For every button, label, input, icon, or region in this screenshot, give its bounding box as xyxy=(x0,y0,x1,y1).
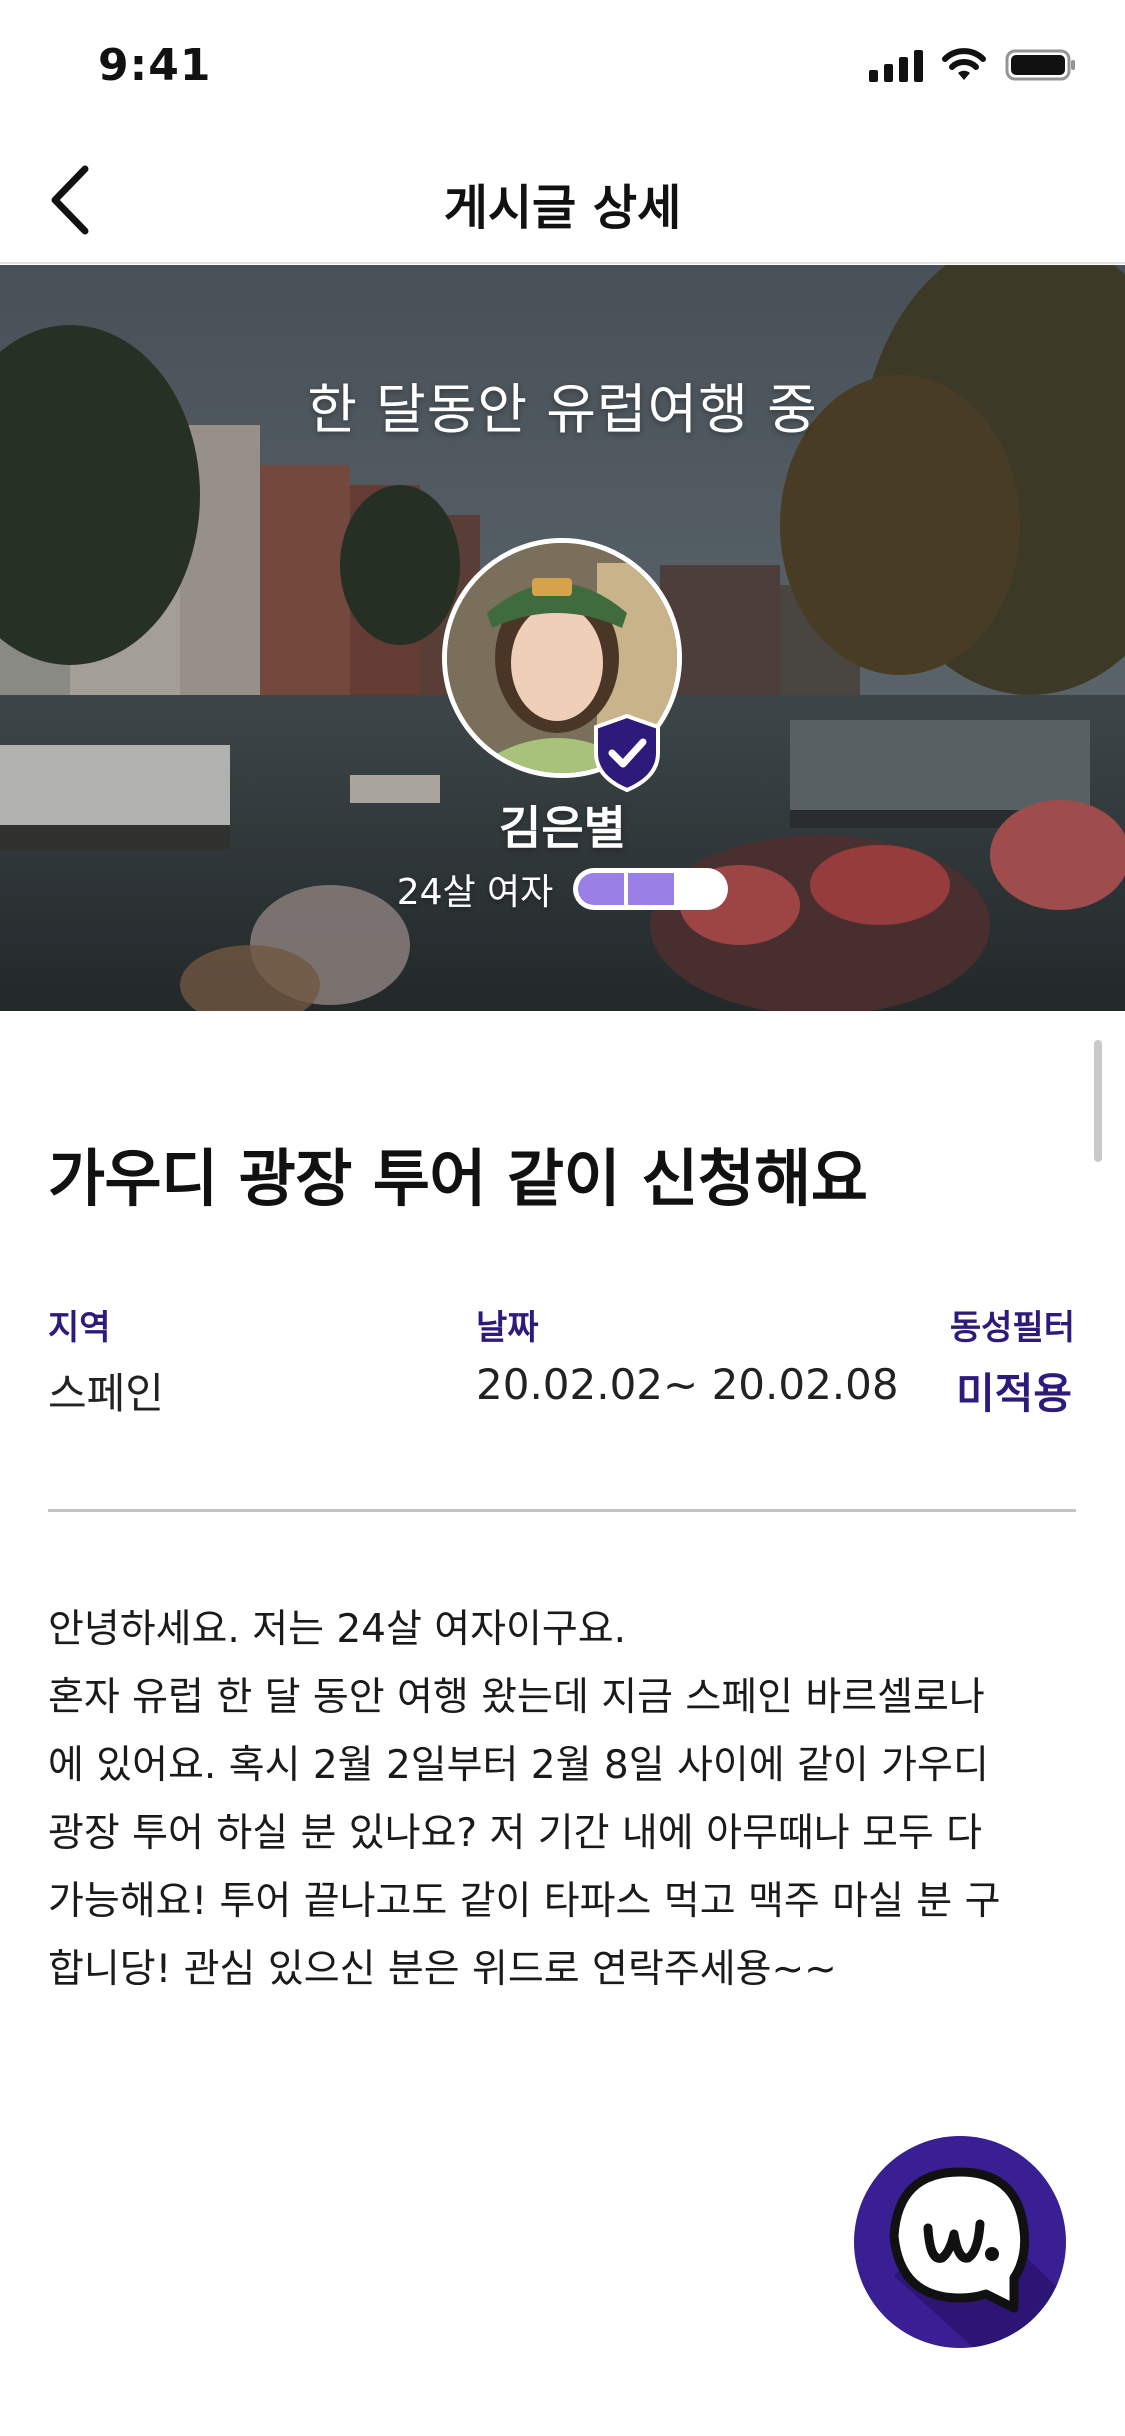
gender-filter-value: 미적용 xyxy=(956,1369,1072,1418)
battery-icon xyxy=(1005,49,1075,81)
status-icons xyxy=(869,48,1077,82)
status-bar: 9:41 xyxy=(0,0,1125,132)
region-label: 지역 xyxy=(48,1308,111,1348)
post-body: 안녕하세요. 저는 24살 여자이구요. 혼자 유럽 한 달 동안 여행 왔는데… xyxy=(48,1607,1001,1992)
status-time: 9:41 xyxy=(98,40,212,91)
shield-check-icon xyxy=(594,713,660,793)
profile-name: 김은별 xyxy=(499,801,626,855)
scrollbar[interactable] xyxy=(1094,1040,1102,1162)
wifi-icon xyxy=(942,48,986,80)
gender-filter-label: 동성필터 xyxy=(949,1308,1075,1348)
chat-fab-button[interactable] xyxy=(854,2136,1066,2348)
hero-banner: 한 달동안 유럽여행 중 김은별 24살 여자 xyxy=(0,265,1125,1011)
nav-header: 게시글 상세 xyxy=(0,132,1125,264)
cellular-signal-icon xyxy=(869,48,923,82)
profile-info-row: 24살 여자 xyxy=(0,863,1125,915)
profile-meta: 24살 여자 xyxy=(396,872,554,913)
trust-level-bar xyxy=(573,868,729,910)
with-logo-chat-icon xyxy=(889,2167,1066,2348)
date-value: 20.02.02~ 20.02.08 xyxy=(476,1360,899,1409)
level-segment xyxy=(677,873,724,905)
level-segment xyxy=(627,873,674,905)
page-title: 게시글 상세 xyxy=(443,180,682,236)
region-value: 스페인 xyxy=(48,1369,164,1418)
hero-tagline: 한 달동안 유럽여행 중 xyxy=(307,378,818,441)
date-label: 날짜 xyxy=(476,1308,539,1348)
level-segment xyxy=(578,873,624,905)
divider xyxy=(48,1509,1076,1512)
post-title: 가우디 광장 투어 같이 신청해요 xyxy=(48,1142,868,1215)
